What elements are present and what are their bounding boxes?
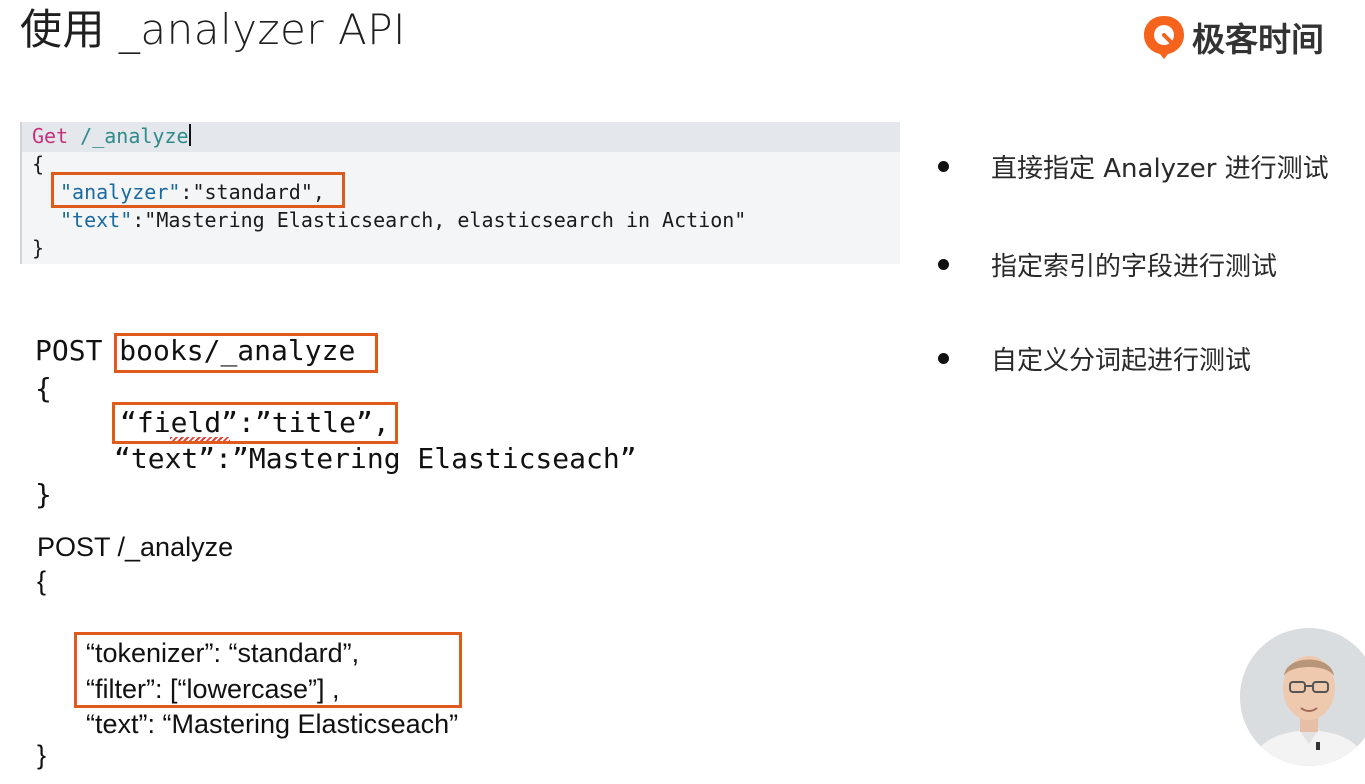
- bullet-text: 指定索引的字段进行测试: [991, 252, 1278, 282]
- highlight-field: [112, 402, 398, 444]
- console-close-brace: }: [32, 236, 45, 260]
- text-cursor: [188, 124, 191, 146]
- bullet-item: 自定义分词起进行测试: [930, 340, 1251, 377]
- bullet-item: 指定索引的字段进行测试: [930, 246, 1277, 283]
- slide-title: 使用 _analyzer API: [20, 5, 406, 54]
- console-request-line: Get /_analyze: [32, 124, 191, 148]
- highlight-tokenizer-filter: [74, 632, 462, 708]
- presenter-avatar-icon: [1240, 628, 1365, 766]
- custom-text-line: “text”: “Mastering Elasticseach”: [86, 709, 459, 739]
- brand-name: 极客时间: [1192, 20, 1324, 59]
- custom-close-brace: }: [37, 740, 47, 770]
- field-request-method: POST: [35, 334, 103, 367]
- console-method: Get: [32, 124, 69, 148]
- console-text-key: "text": [60, 208, 133, 232]
- geektime-logo-icon: [1144, 16, 1184, 59]
- console-text-value: "Mastering Elasticsearch, elasticsearch …: [144, 208, 747, 232]
- field-open-brace: {: [35, 372, 52, 405]
- console-text-line: "text":"Mastering Elasticsearch, elastic…: [60, 208, 746, 232]
- custom-request-line: POST /_analyze: [37, 532, 234, 562]
- bullet-dot-icon: [938, 161, 949, 172]
- field-text-line: “text”:”Mastering Elasticseach”: [114, 442, 637, 475]
- bullet-text: 自定义分词起进行测试: [991, 346, 1252, 376]
- console-open-brace: {: [32, 152, 45, 176]
- field-close-brace: }: [35, 478, 52, 511]
- console-text-colon: :: [132, 208, 145, 232]
- bullet-dot-icon: [938, 353, 949, 364]
- presenter-figure: [1240, 628, 1365, 766]
- bullet-item: 直接指定 Analyzer 进行测试: [930, 148, 1329, 185]
- custom-open-brace: {: [37, 566, 47, 596]
- highlight-books-analyze: [114, 333, 378, 373]
- console-path: /_analyze: [80, 124, 189, 148]
- highlight-analyzer: [51, 172, 345, 208]
- bullet-dot-icon: [938, 259, 949, 270]
- bullet-text: 直接指定 Analyzer 进行测试: [991, 154, 1329, 184]
- brand-logo: 极客时间: [1142, 10, 1324, 64]
